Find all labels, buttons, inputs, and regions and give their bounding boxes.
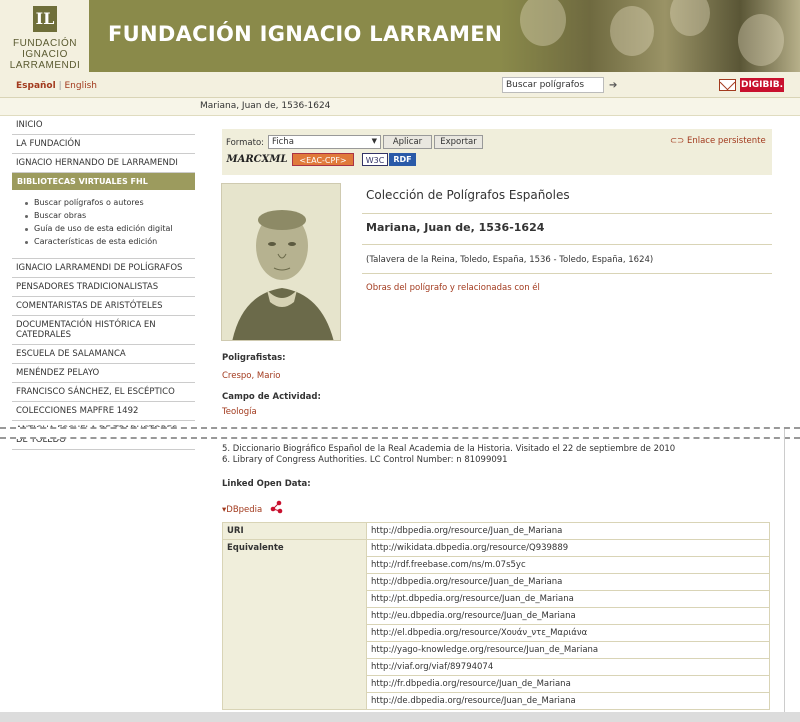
logo-line-1: FUNDACIÓN — [13, 38, 77, 49]
page-breadcrumb: Mariana, Juan de, 1536-1624 — [200, 101, 331, 111]
poligrafistas-link[interactable]: Crespo, Mario — [222, 371, 281, 381]
sidebar-item-ignacio-hernando[interactable]: IGNACIO HERNANDO DE LARRAMENDI — [12, 154, 195, 173]
sidebar-item-comentaristas[interactable]: COMENTARISTAS DE ARISTÓTELES — [12, 297, 195, 316]
search-go-icon[interactable]: ➔ — [609, 80, 617, 91]
sidebar-section-header: BIBLIOTECAS VIRTUALES FHL — [12, 173, 195, 190]
sidebar-sublist: Buscar polígrafos o autores Buscar obras… — [12, 190, 195, 259]
campo-label: Campo de Actividad: — [222, 392, 321, 402]
format-select-value: Ficha — [272, 137, 294, 147]
dbpedia-table: URI http://dbpedia.org/resource/Juan_de_… — [222, 522, 770, 710]
poligrafistas-label: Poligrafistas: — [222, 353, 286, 363]
dbpedia-toggle[interactable]: ▾DBpedia — [222, 505, 262, 515]
sidebar-item-la-fundacion[interactable]: LA FUNDACIÓN — [12, 135, 195, 154]
equivalent-link[interactable]: http://fr.dbpedia.org/resource/Juan_de_M… — [366, 675, 770, 693]
works-link[interactable]: Obras del polígrafo y relacionadas con é… — [362, 274, 772, 307]
table-row: URI http://dbpedia.org/resource/Juan_de_… — [222, 522, 770, 540]
equivalent-link[interactable]: http://viaf.org/viaf/89794074 — [366, 658, 770, 676]
uri-key: URI — [222, 522, 367, 540]
equivalente-key: Equivalente — [222, 539, 367, 710]
search-input[interactable]: Buscar polígrafos — [502, 77, 604, 93]
equivalent-link[interactable]: http://dbpedia.org/resource/Juan_de_Mari… — [366, 573, 770, 591]
permalink-label: Enlace persistente — [686, 136, 766, 146]
mail-icon[interactable] — [719, 79, 736, 91]
logo-line-2: IGNACIO — [22, 49, 68, 60]
sidebar-sub-buscar-obras[interactable]: Buscar obras — [12, 209, 195, 222]
network-share-icon[interactable] — [269, 500, 283, 514]
rdf-badge[interactable]: RDF — [389, 153, 416, 166]
lang-separator: | — [58, 81, 62, 91]
record-info: Colección de Polígrafos Españoles Marian… — [362, 181, 772, 307]
reference-item: 6. Library of Congress Authorities. LC C… — [222, 455, 508, 465]
equivalent-link[interactable]: http://el.dbpedia.org/resource/Χουάν_ντε… — [366, 624, 770, 642]
sidebar-nav: INICIO LA FUNDACIÓN IGNACIO HERNANDO DE … — [12, 116, 195, 450]
collection-title: Colección de Polígrafos Españoles — [362, 181, 772, 214]
sidebar-item-francisco-sanchez[interactable]: FRANCISCO SÁNCHEZ, EL ESCÉPTICO — [12, 383, 195, 402]
banner-title: FUNDACIÓN IGNACIO LARRAMENDI — [108, 22, 529, 46]
reference-item: 5. Diccionario Biográfico Español de la … — [222, 444, 676, 454]
equivalent-link[interactable]: http://de.dbpedia.org/resource/Juan_de_M… — [366, 692, 770, 710]
dbpedia-label: DBpedia — [226, 505, 263, 515]
equivalent-link[interactable]: http://wikidata.dbpedia.org/resource/Q93… — [366, 539, 770, 557]
scroll-break-divider — [0, 427, 800, 439]
sidebar-item-poligrafos[interactable]: IGNACIO LARRAMENDI DE POLÍGRAFOS — [12, 259, 195, 278]
sidebar-sub-caracteristicas[interactable]: Características de esta edición — [12, 235, 195, 248]
logo-line-3: LARRAMENDI — [9, 60, 81, 71]
sidebar-sub-buscar-poligrafos[interactable]: Buscar polígrafos o autores — [12, 196, 195, 209]
sidebar-item-menendez-pelayo[interactable]: MENÉNDEZ PELAYO — [12, 364, 195, 383]
logo-mark-icon: IL — [33, 6, 57, 32]
references-list: 5. Diccionario Biográfico Español de la … — [222, 444, 675, 466]
equivalent-link[interactable]: http://eu.dbpedia.org/resource/Juan_de_M… — [366, 607, 770, 625]
sidebar-sub-guia-uso[interactable]: Guía de uso de esta edición digital — [12, 222, 195, 235]
lang-espanol[interactable]: Español — [16, 81, 56, 91]
eac-cpf-badge[interactable]: <EAC-CPF> — [292, 153, 354, 166]
equivalent-link[interactable]: http://pt.dbpedia.org/resource/Juan_de_M… — [366, 590, 770, 608]
export-button[interactable]: Exportar — [434, 135, 483, 149]
w3c-badge[interactable]: W3C — [362, 153, 388, 166]
site-header: IL FUNDACIÓN IGNACIO LARRAMENDI FUNDACIÓ… — [0, 0, 800, 72]
link-icon: ⊂⊃ — [670, 136, 687, 146]
campo-link[interactable]: Teología — [222, 407, 257, 417]
apply-button[interactable]: Aplicar — [383, 135, 432, 149]
sidebar-item-pensadores[interactable]: PENSADORES TRADICIONALISTAS — [12, 278, 195, 297]
equivalent-link[interactable]: http://rdf.freebase.com/ns/m.07s5yc — [366, 556, 770, 574]
window-bottom-edge — [0, 712, 800, 722]
lang-english[interactable]: English — [65, 81, 98, 91]
uri-value[interactable]: http://dbpedia.org/resource/Juan_de_Mari… — [366, 522, 770, 540]
digibib-logo[interactable]: DIGIBIB. — [740, 78, 784, 92]
content-border — [784, 429, 785, 712]
record-place: (Talavera de la Reina, Toledo, España, 1… — [362, 245, 772, 274]
marcxml-badge[interactable]: MARCXML — [224, 153, 290, 166]
permalink-link[interactable]: ⊂⊃ Enlace persistente — [670, 136, 766, 146]
sidebar-item-mapfre[interactable]: COLECCIONES MAPFRE 1492 — [12, 402, 195, 421]
utility-bar — [0, 72, 800, 98]
sidebar-item-salamanca[interactable]: ESCUELA DE SALAMANCA — [12, 345, 195, 364]
language-switcher: Español | English — [16, 81, 97, 91]
equivalent-link[interactable]: http://yago-knowledge.org/resource/Juan_… — [366, 641, 770, 659]
table-row: Equivalente http://wikidata.dbpedia.org/… — [222, 539, 770, 710]
logo-text: FUNDACIÓN IGNACIO LARRAMENDI — [2, 38, 88, 71]
format-label: Formato: — [226, 138, 265, 148]
record-name: Mariana, Juan de, 1536-1624 — [362, 214, 772, 245]
author-portrait — [221, 183, 341, 341]
title-strip — [0, 98, 800, 116]
site-logo[interactable]: IL FUNDACIÓN IGNACIO LARRAMENDI — [0, 0, 90, 72]
format-select[interactable]: Ficha ▼ — [268, 135, 381, 149]
banner-photo — [500, 0, 800, 72]
sidebar-item-documentacion[interactable]: DOCUMENTACIÓN HISTÓRICA EN CATEDRALES — [12, 316, 195, 345]
chevron-down-icon: ▼ — [371, 137, 377, 145]
sidebar-item-inicio[interactable]: INICIO — [12, 116, 195, 135]
linked-open-data-label: Linked Open Data: — [222, 479, 311, 489]
